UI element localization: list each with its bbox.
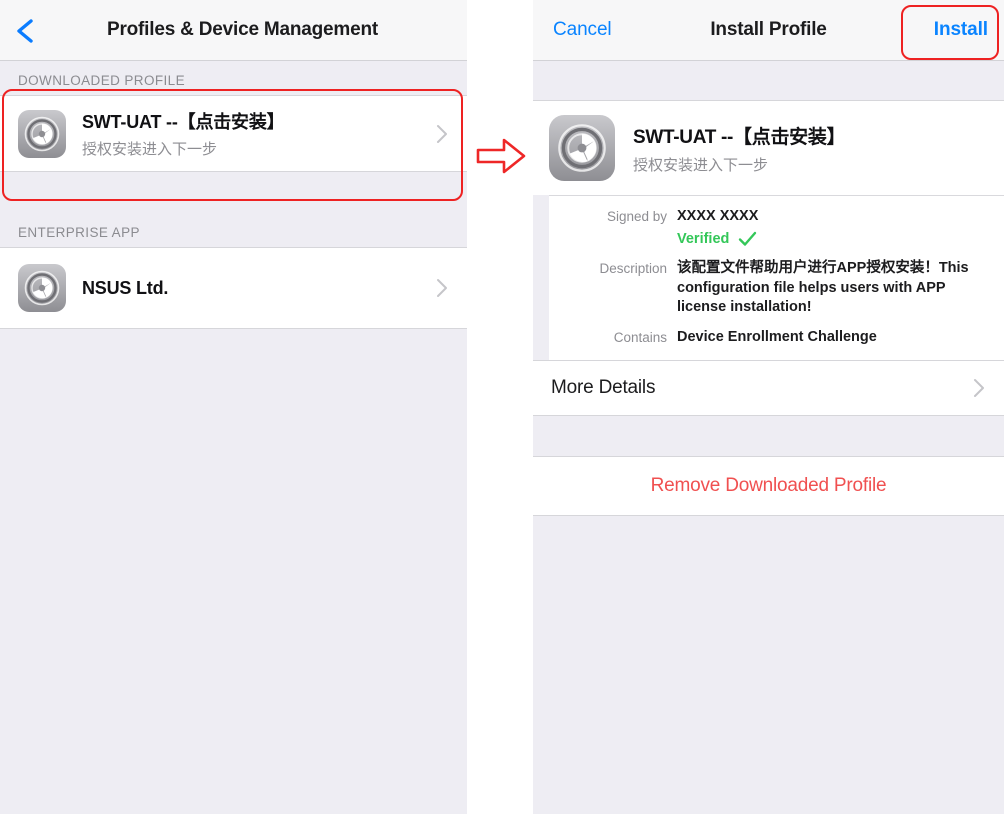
right-navbar: Cancel Install Profile Install xyxy=(533,0,1004,61)
top-spacer-band xyxy=(533,61,1004,100)
downloaded-profile-title: SWT-UAT --【点击安装】 xyxy=(82,112,285,132)
profile-summary-block: SWT-UAT --【点击安装】 授权安装进入下一步 Signed by XXX… xyxy=(533,100,1004,517)
remove-downloaded-profile-button[interactable]: Remove Downloaded Profile xyxy=(533,456,1004,517)
profile-name: SWT-UAT --【点击安装】 xyxy=(633,126,846,148)
enterprise-app-title: NSUS Ltd. xyxy=(82,277,169,298)
detail-value-signed-by-group: XXXX XXXX Verified xyxy=(677,207,988,249)
settings-gear-icon xyxy=(18,109,66,158)
section-header-downloaded: DOWNLOADED PROFILE xyxy=(0,61,467,95)
enterprise-app-list: NSUS Ltd. xyxy=(0,247,467,329)
verified-label: Verified xyxy=(677,230,730,247)
settings-gear-icon xyxy=(549,115,615,181)
enterprise-app-section: ENTERPRISE APP NSUS Ltd. xyxy=(0,213,467,329)
profile-header-text: SWT-UAT --【点击安装】 授权安装进入下一步 xyxy=(633,122,846,175)
profile-detail-table: Signed by XXXX XXXX Verified Description xyxy=(549,195,1004,361)
detail-value-contains: Device Enrollment Challenge xyxy=(677,328,877,345)
list-item-enterprise-app[interactable]: NSUS Ltd. xyxy=(0,248,467,328)
profiles-device-management-screen: Profiles & Device Management DOWNLOADED … xyxy=(0,0,467,814)
checkmark-icon xyxy=(738,231,757,247)
enterprise-app-text: NSUS Ltd. xyxy=(82,278,435,299)
verified-status: Verified xyxy=(677,230,988,250)
more-details-text: More Details xyxy=(551,377,972,399)
detail-row-contains: Contains Device Enrollment Challenge xyxy=(565,323,988,353)
settings-gear-icon xyxy=(18,264,66,312)
downloaded-profile-section: DOWNLOADED PROFILE SWT-UAT --【点击安装】 授权安装… xyxy=(0,61,467,172)
detail-row-description: Description 该配置文件帮助用户进行APP授权安装！This conf… xyxy=(565,254,988,323)
detail-value-signed-by: XXXX XXXX xyxy=(677,208,759,224)
more-details-row[interactable]: More Details xyxy=(533,360,1004,417)
profile-header: SWT-UAT --【点击安装】 授权安装进入下一步 xyxy=(533,100,1004,195)
list-item-downloaded-profile[interactable]: SWT-UAT --【点击安装】 授权安装进入下一步 xyxy=(0,96,467,171)
arrow-right-icon xyxy=(474,134,530,178)
chevron-right-icon xyxy=(972,377,986,399)
detail-value-description: 该配置文件帮助用户进行APP授权安装！This configuration fi… xyxy=(677,260,969,316)
downloaded-profile-text: SWT-UAT --【点击安装】 授权安装进入下一步 xyxy=(82,108,435,159)
detail-label-contains: Contains xyxy=(613,329,667,345)
section-header-enterprise: ENTERPRISE APP xyxy=(0,213,467,247)
profile-subtitle: 授权安装进入下一步 xyxy=(633,156,769,174)
left-navbar: Profiles & Device Management xyxy=(0,0,467,61)
detail-label-signed-by: Signed by xyxy=(606,209,667,224)
downloaded-profile-list: SWT-UAT --【点击安装】 授权安装进入下一步 xyxy=(0,95,467,172)
chevron-right-icon xyxy=(435,277,449,299)
more-details-label: More Details xyxy=(551,377,656,399)
remove-downloaded-profile-label: Remove Downloaded Profile xyxy=(650,475,887,497)
middle-spacer-band xyxy=(533,416,1004,457)
detail-row-signed-by: Signed by XXXX XXXX Verified xyxy=(565,202,988,254)
page-title: Profiles & Device Management xyxy=(106,19,379,40)
chevron-right-icon xyxy=(435,123,449,145)
install-button[interactable]: Install xyxy=(934,19,988,41)
detail-label-description: Description xyxy=(599,261,667,277)
install-profile-screen: Cancel Install Profile Install SWT-UAT -… xyxy=(533,0,1004,814)
downloaded-profile-subtitle: 授权安装进入下一步 xyxy=(82,141,218,158)
